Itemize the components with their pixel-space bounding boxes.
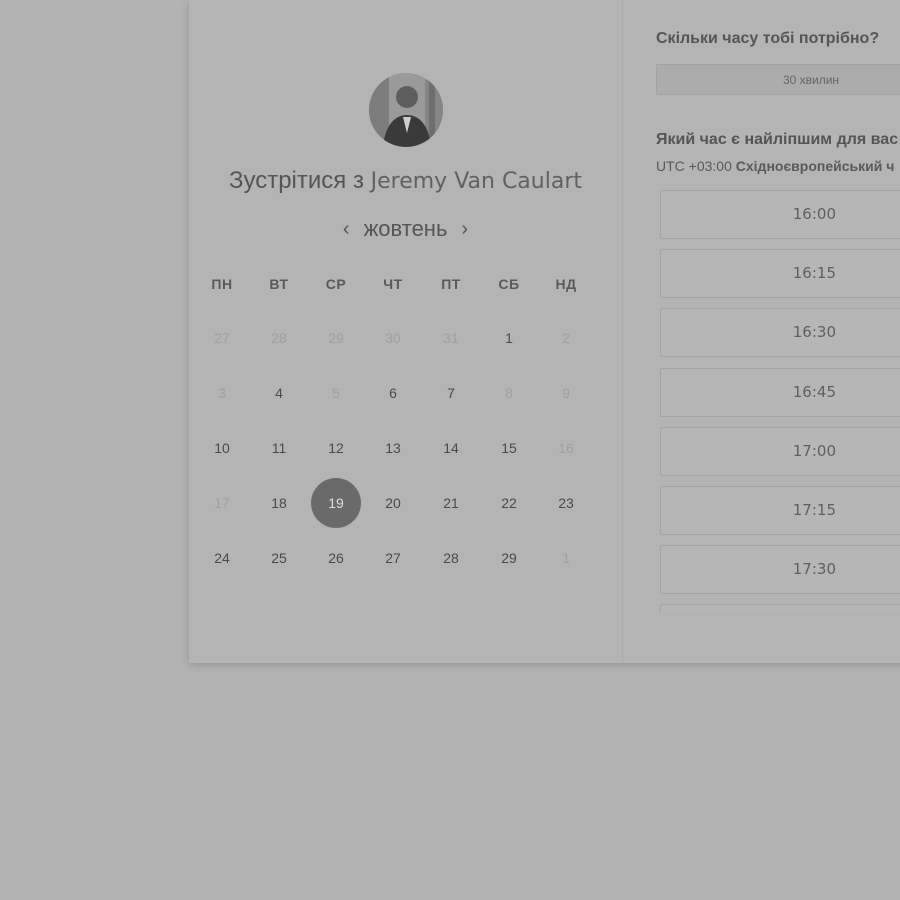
- time-slot-label: 17:30: [792, 560, 836, 579]
- time-slot[interactable]: 16:45: [660, 367, 900, 417]
- calendar-day: 17: [214, 495, 230, 511]
- calendar-day-selected[interactable]: 19: [311, 478, 361, 528]
- calendar-day: 9: [562, 385, 570, 401]
- calendar-day[interactable]: 18: [254, 478, 304, 528]
- month-label: жовтень: [363, 216, 448, 241]
- calendar-day[interactable]: 12: [311, 423, 361, 473]
- calendar-day[interactable]: 24: [197, 533, 247, 583]
- avatar: [369, 73, 443, 147]
- calendar-day: 30: [385, 330, 401, 346]
- host-name: Jeremy Van Caulart: [370, 169, 582, 194]
- calendar-day[interactable]: 27: [368, 533, 418, 583]
- time-slot-label: 16:15: [792, 264, 836, 283]
- time-slot-label: 17:00: [792, 441, 836, 460]
- time-slot-label: 16:45: [792, 382, 836, 401]
- calendar-day[interactable]: 10: [197, 423, 247, 473]
- chevron-left-icon[interactable]: ‹: [343, 219, 350, 239]
- time-question: Який час є найліпшим для вас: [656, 131, 899, 148]
- weekday-label: ПН: [211, 276, 233, 292]
- page: Зустрітися з Jeremy Van Caulart ‹ жовтен…: [0, 0, 900, 900]
- calendar-day[interactable]: 29: [484, 533, 534, 583]
- time-slot[interactable]: [660, 604, 900, 612]
- calendar-day[interactable]: 20: [368, 478, 418, 528]
- chevron-right-icon[interactable]: ›: [461, 219, 468, 239]
- avatar-image: [369, 73, 443, 147]
- weekday-label: СБ: [498, 276, 520, 292]
- time-slot-label: [661, 605, 900, 612]
- month-navigation: ‹ жовтень ›: [189, 214, 622, 244]
- calendar-day: 1: [562, 550, 570, 566]
- calendar-day[interactable]: 14: [426, 423, 476, 473]
- weekday-label: НД: [555, 276, 577, 292]
- weekday-label: ЧТ: [383, 276, 403, 292]
- calendar-day: 2: [562, 330, 570, 346]
- calendar-day: 3: [218, 385, 226, 401]
- calendar-day: 31: [443, 330, 459, 346]
- timezone-info: UTC +03:00 Східноєвропейський ч: [656, 158, 894, 174]
- timezone-offset: UTC +03:00: [656, 158, 732, 174]
- time-slot[interactable]: 17:15: [660, 486, 900, 535]
- meeting-title: Зустрітися з Jeremy Van Caulart: [189, 167, 622, 195]
- calendar-day[interactable]: 1: [484, 313, 534, 363]
- calendar-day[interactable]: 7: [426, 368, 476, 418]
- calendar-day: 8: [505, 385, 513, 401]
- scheduler-card: Зустрітися з Jeremy Van Caulart ‹ жовтен…: [189, 0, 900, 663]
- weekday-label: СР: [325, 276, 347, 292]
- time-slot-label: 16:30: [792, 323, 836, 342]
- calendar-day[interactable]: 11: [254, 423, 304, 473]
- time-slot[interactable]: 16:30: [660, 308, 900, 358]
- time-slot-label: 16:00: [792, 205, 836, 223]
- timezone-name[interactable]: Східноєвропейський ч: [736, 158, 895, 174]
- calendar-day: 27: [214, 330, 230, 346]
- calendar-day[interactable]: 4: [254, 368, 304, 418]
- calendar-day[interactable]: 28: [426, 533, 476, 583]
- duration-select[interactable]: 30 хвилин: [656, 64, 900, 95]
- calendar-day[interactable]: 23: [541, 478, 591, 528]
- meeting-title-prefix: Зустрітися з: [228, 167, 364, 194]
- calendar-day: 16: [558, 440, 574, 456]
- calendar-panel: Зустрітися з Jeremy Van Caulart ‹ жовтен…: [189, 0, 622, 663]
- calendar-day[interactable]: 25: [254, 533, 304, 583]
- time-slot[interactable]: 16:00: [660, 190, 900, 239]
- calendar-day[interactable]: 21: [426, 478, 476, 528]
- calendar-day: 5: [332, 385, 340, 401]
- time-slot[interactable]: 17:00: [660, 426, 900, 476]
- time-slot-label: 17:15: [792, 501, 836, 519]
- time-slot-list[interactable]: 16:00 16:15 16:30 16:45 17:00 17:15 17:30: [660, 190, 900, 612]
- time-slot[interactable]: 16:15: [660, 249, 900, 299]
- calendar-day[interactable]: 13: [368, 423, 418, 473]
- calendar-day: 28: [271, 330, 287, 346]
- duration-question: Скільки часу тобі потрібно?: [656, 30, 880, 47]
- weekday-label: ПТ: [441, 276, 461, 292]
- calendar-day: 29: [328, 330, 344, 346]
- time-panel: Скільки часу тобі потрібно? 30 хвилин Як…: [623, 0, 900, 663]
- calendar-day[interactable]: 15: [484, 423, 534, 473]
- calendar-day[interactable]: 22: [484, 478, 534, 528]
- calendar-day[interactable]: 26: [311, 533, 361, 583]
- weekday-label: ВТ: [269, 276, 289, 292]
- time-slot[interactable]: 17:30: [660, 545, 900, 595]
- calendar-day[interactable]: 6: [368, 368, 418, 418]
